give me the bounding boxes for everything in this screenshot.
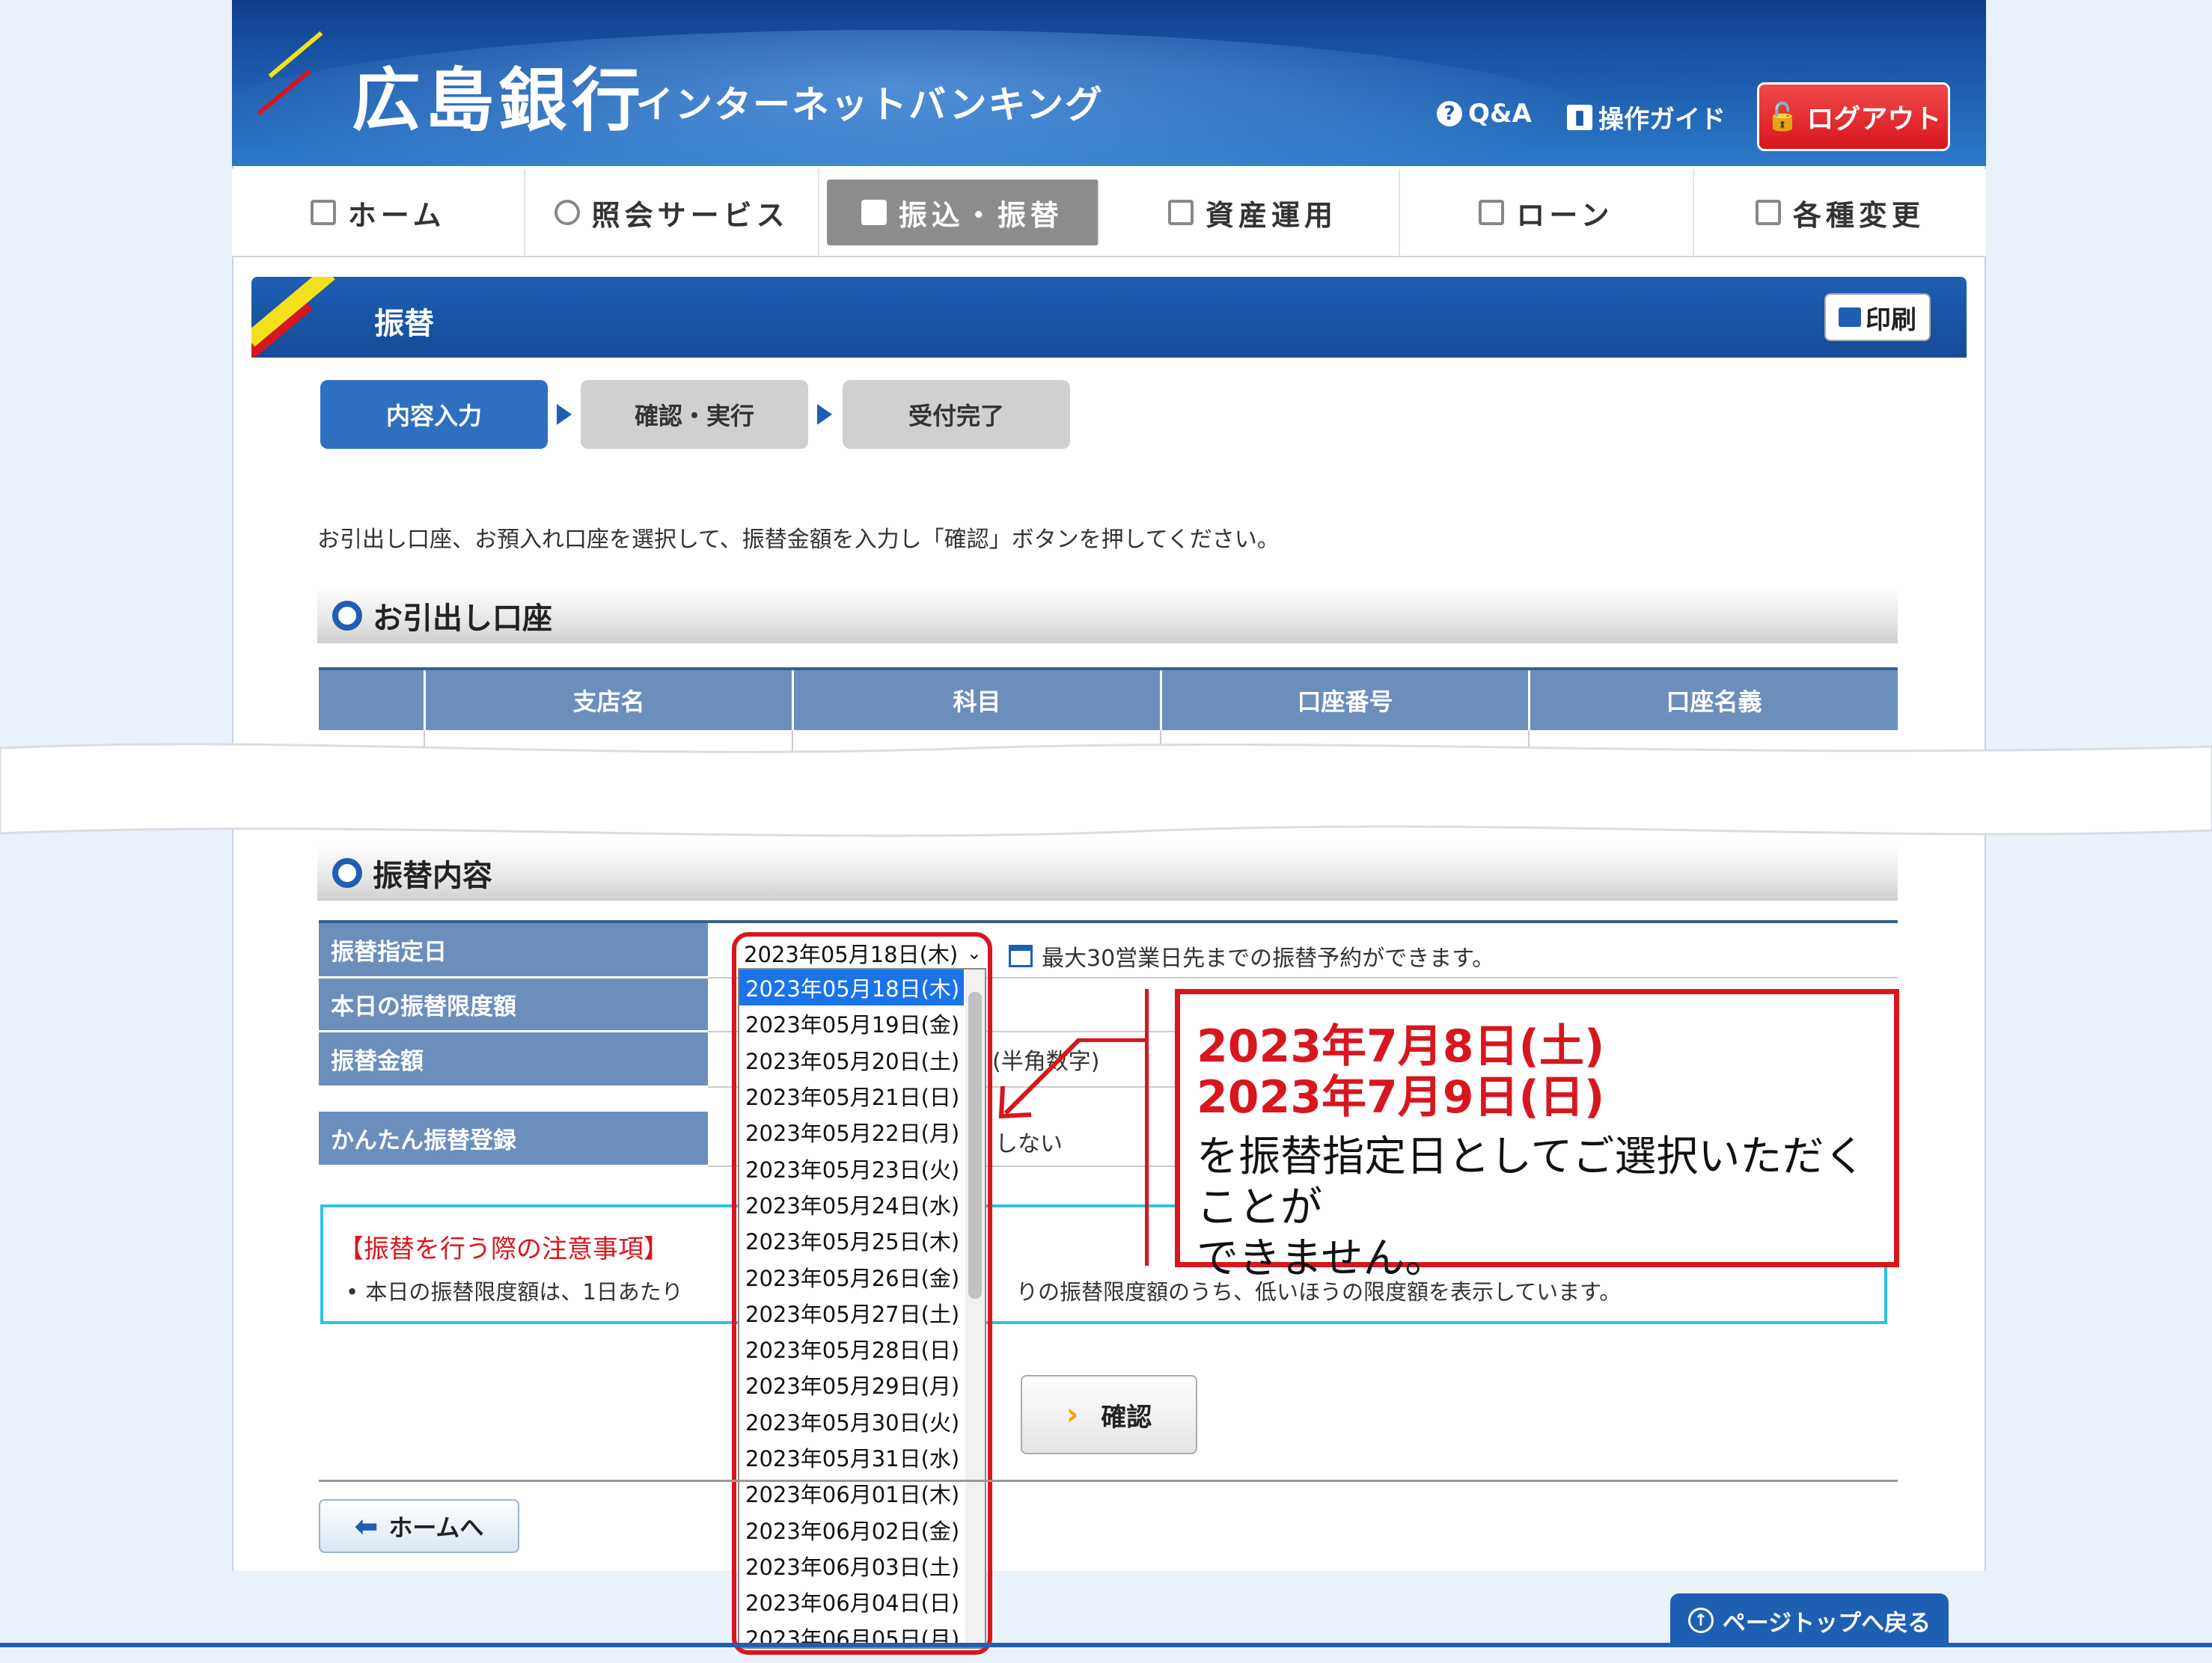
bank-logo-text[interactable]: 広島銀行 bbox=[352, 45, 645, 144]
nav-item-investment[interactable]: 資産運用 bbox=[1107, 169, 1401, 256]
date-option[interactable]: 2023年05月22日(月) bbox=[739, 1114, 964, 1150]
nav-item-inquiry[interactable]: 照会サービス bbox=[525, 169, 819, 256]
guide-link[interactable]: ▮ 操作ガイド bbox=[1567, 99, 1726, 135]
callout-connector bbox=[1145, 989, 1149, 1266]
calendar-icon[interactable] bbox=[1009, 945, 1033, 967]
document-icon bbox=[1479, 200, 1505, 225]
date-dropdown-list[interactable]: 2023年05月18日(木) 2023年05月19日(金) 2023年05月20日(… bbox=[738, 968, 986, 1649]
step-confirm: 確認・実行 bbox=[581, 380, 808, 449]
callout-box: 2023年7月8日(土) 2023年7月9日(日) を振替指定日としてご選択いた… bbox=[1175, 989, 1899, 1283]
service-name: インターネットバンキング bbox=[636, 83, 1104, 126]
step-input: 内容入力 bbox=[320, 380, 548, 449]
print-button[interactable]: 印刷 bbox=[1824, 293, 1931, 341]
qa-link[interactable]: ? Q&A bbox=[1437, 99, 1532, 129]
home-icon bbox=[310, 200, 336, 225]
divider bbox=[319, 1480, 1898, 1482]
column-number: 口座番号 bbox=[1160, 670, 1528, 730]
unlock-icon: 🔓 bbox=[1765, 102, 1800, 132]
date-option[interactable]: 2023年05月25日(木) bbox=[739, 1222, 964, 1258]
home-button[interactable]: ⬅ ホームへ bbox=[319, 1499, 519, 1553]
account-table-header: 支店名 科目 口座番号 口座名義 bbox=[319, 667, 1898, 730]
circle-bullet-icon bbox=[332, 601, 362, 631]
date-option[interactable]: 2023年06月03日(土) bbox=[739, 1548, 964, 1584]
notice-body-start: • 本日の振替限度額は、1日あたり bbox=[346, 1279, 683, 1305]
withdraw-section-heading: お引出し口座 bbox=[317, 588, 1898, 643]
instruction-text: お引出し口座、お預入れ口座を選択して、振替金額を入力し「確認」ボタンを押してくだ… bbox=[317, 527, 1280, 553]
date-option[interactable]: 2023年05月24日(水) bbox=[739, 1186, 964, 1222]
date-option[interactable]: 2023年06月04日(日) bbox=[739, 1584, 964, 1620]
date-option[interactable]: 2023年05月27日(土) bbox=[739, 1295, 964, 1331]
callout-date-1: 2023年7月8日(土) bbox=[1197, 1020, 1605, 1073]
callout-message-1: を振替指定日としてご選択いただくことが bbox=[1197, 1133, 1866, 1232]
column-branch: 支店名 bbox=[424, 670, 792, 730]
dropdown-scrollbar[interactable] bbox=[965, 970, 985, 1647]
torn-cut-divider bbox=[0, 743, 2212, 837]
nav-item-loan[interactable]: ローン bbox=[1400, 169, 1694, 256]
scrollbar-thumb[interactable] bbox=[968, 992, 982, 1299]
transfer-date-select[interactable]: 2023年05月18日(木) ⌄ bbox=[739, 938, 986, 968]
date-option[interactable]: 2023年05月31日(水) bbox=[739, 1439, 964, 1475]
confirm-button[interactable]: › 確認 bbox=[1021, 1375, 1197, 1454]
nav-item-home[interactable]: ホーム bbox=[232, 169, 526, 256]
main-nav: ホーム 照会サービス 振込・振替 資産運用 ローン 各種変更 bbox=[232, 169, 1986, 257]
book-icon bbox=[1755, 200, 1781, 225]
arrow-up-icon: ↑ bbox=[1687, 1608, 1714, 1633]
page-top-button[interactable]: ↑ ページトップへ戻る bbox=[1670, 1593, 1949, 1647]
callout-connector bbox=[1078, 1038, 1146, 1042]
transfer-section-heading: 振替内容 bbox=[317, 845, 1898, 901]
back-arrow-icon: ⬅ bbox=[354, 1510, 379, 1543]
column-type: 科目 bbox=[792, 670, 1160, 730]
question-icon: ? bbox=[1437, 101, 1462, 126]
printer-icon bbox=[1839, 307, 1861, 327]
step-arrow-icon bbox=[817, 404, 832, 425]
date-option[interactable]: 2023年05月20日(土) bbox=[739, 1042, 964, 1078]
circle-bullet-icon bbox=[332, 858, 362, 888]
date-option[interactable]: 2023年05月23日(火) bbox=[739, 1150, 964, 1186]
date-option[interactable]: 2023年05月29日(月) bbox=[739, 1367, 964, 1403]
date-note: 最大30営業日先までの振替予約ができます。 bbox=[1009, 940, 1494, 973]
search-icon bbox=[554, 200, 580, 225]
date-option[interactable]: 2023年05月19日(金) bbox=[739, 1005, 964, 1041]
chevron-right-icon: › bbox=[1066, 1397, 1079, 1432]
nav-item-transfer[interactable]: 振込・振替 bbox=[826, 180, 1099, 245]
chart-icon bbox=[1168, 200, 1194, 225]
card-icon bbox=[861, 200, 887, 225]
date-option[interactable]: 2023年06月02日(金) bbox=[739, 1511, 964, 1547]
date-option[interactable]: 2023年05月21日(日) bbox=[739, 1078, 964, 1114]
page-title-bar: 振替 bbox=[251, 277, 1967, 358]
date-option[interactable]: 2023年05月30日(火) bbox=[739, 1403, 964, 1439]
date-option[interactable]: 2023年05月28日(日) bbox=[739, 1331, 964, 1367]
nav-item-settings[interactable]: 各種変更 bbox=[1694, 169, 1986, 256]
callout-arrow-icon bbox=[998, 1038, 1081, 1119]
notice-title: 【振替を行う際の注意事項】 bbox=[338, 1234, 669, 1264]
column-holder: 口座名義 bbox=[1528, 670, 1898, 730]
logout-button[interactable]: 🔓 ログアウト bbox=[1757, 82, 1950, 151]
chevron-down-icon: ⌄ bbox=[966, 943, 982, 964]
date-option[interactable]: 2023年05月18日(木) bbox=[739, 970, 964, 1006]
callout-date-2: 2023年7月9日(日) bbox=[1197, 1071, 1605, 1124]
callout-message-2: できません。 bbox=[1197, 1234, 1447, 1283]
date-option[interactable]: 2023年05月26日(金) bbox=[739, 1258, 964, 1294]
step-complete: 受付完了 bbox=[843, 380, 1070, 449]
page-title: 振替 bbox=[374, 307, 434, 341]
step-arrow-icon bbox=[557, 404, 572, 425]
book-icon: ▮ bbox=[1567, 104, 1592, 130]
